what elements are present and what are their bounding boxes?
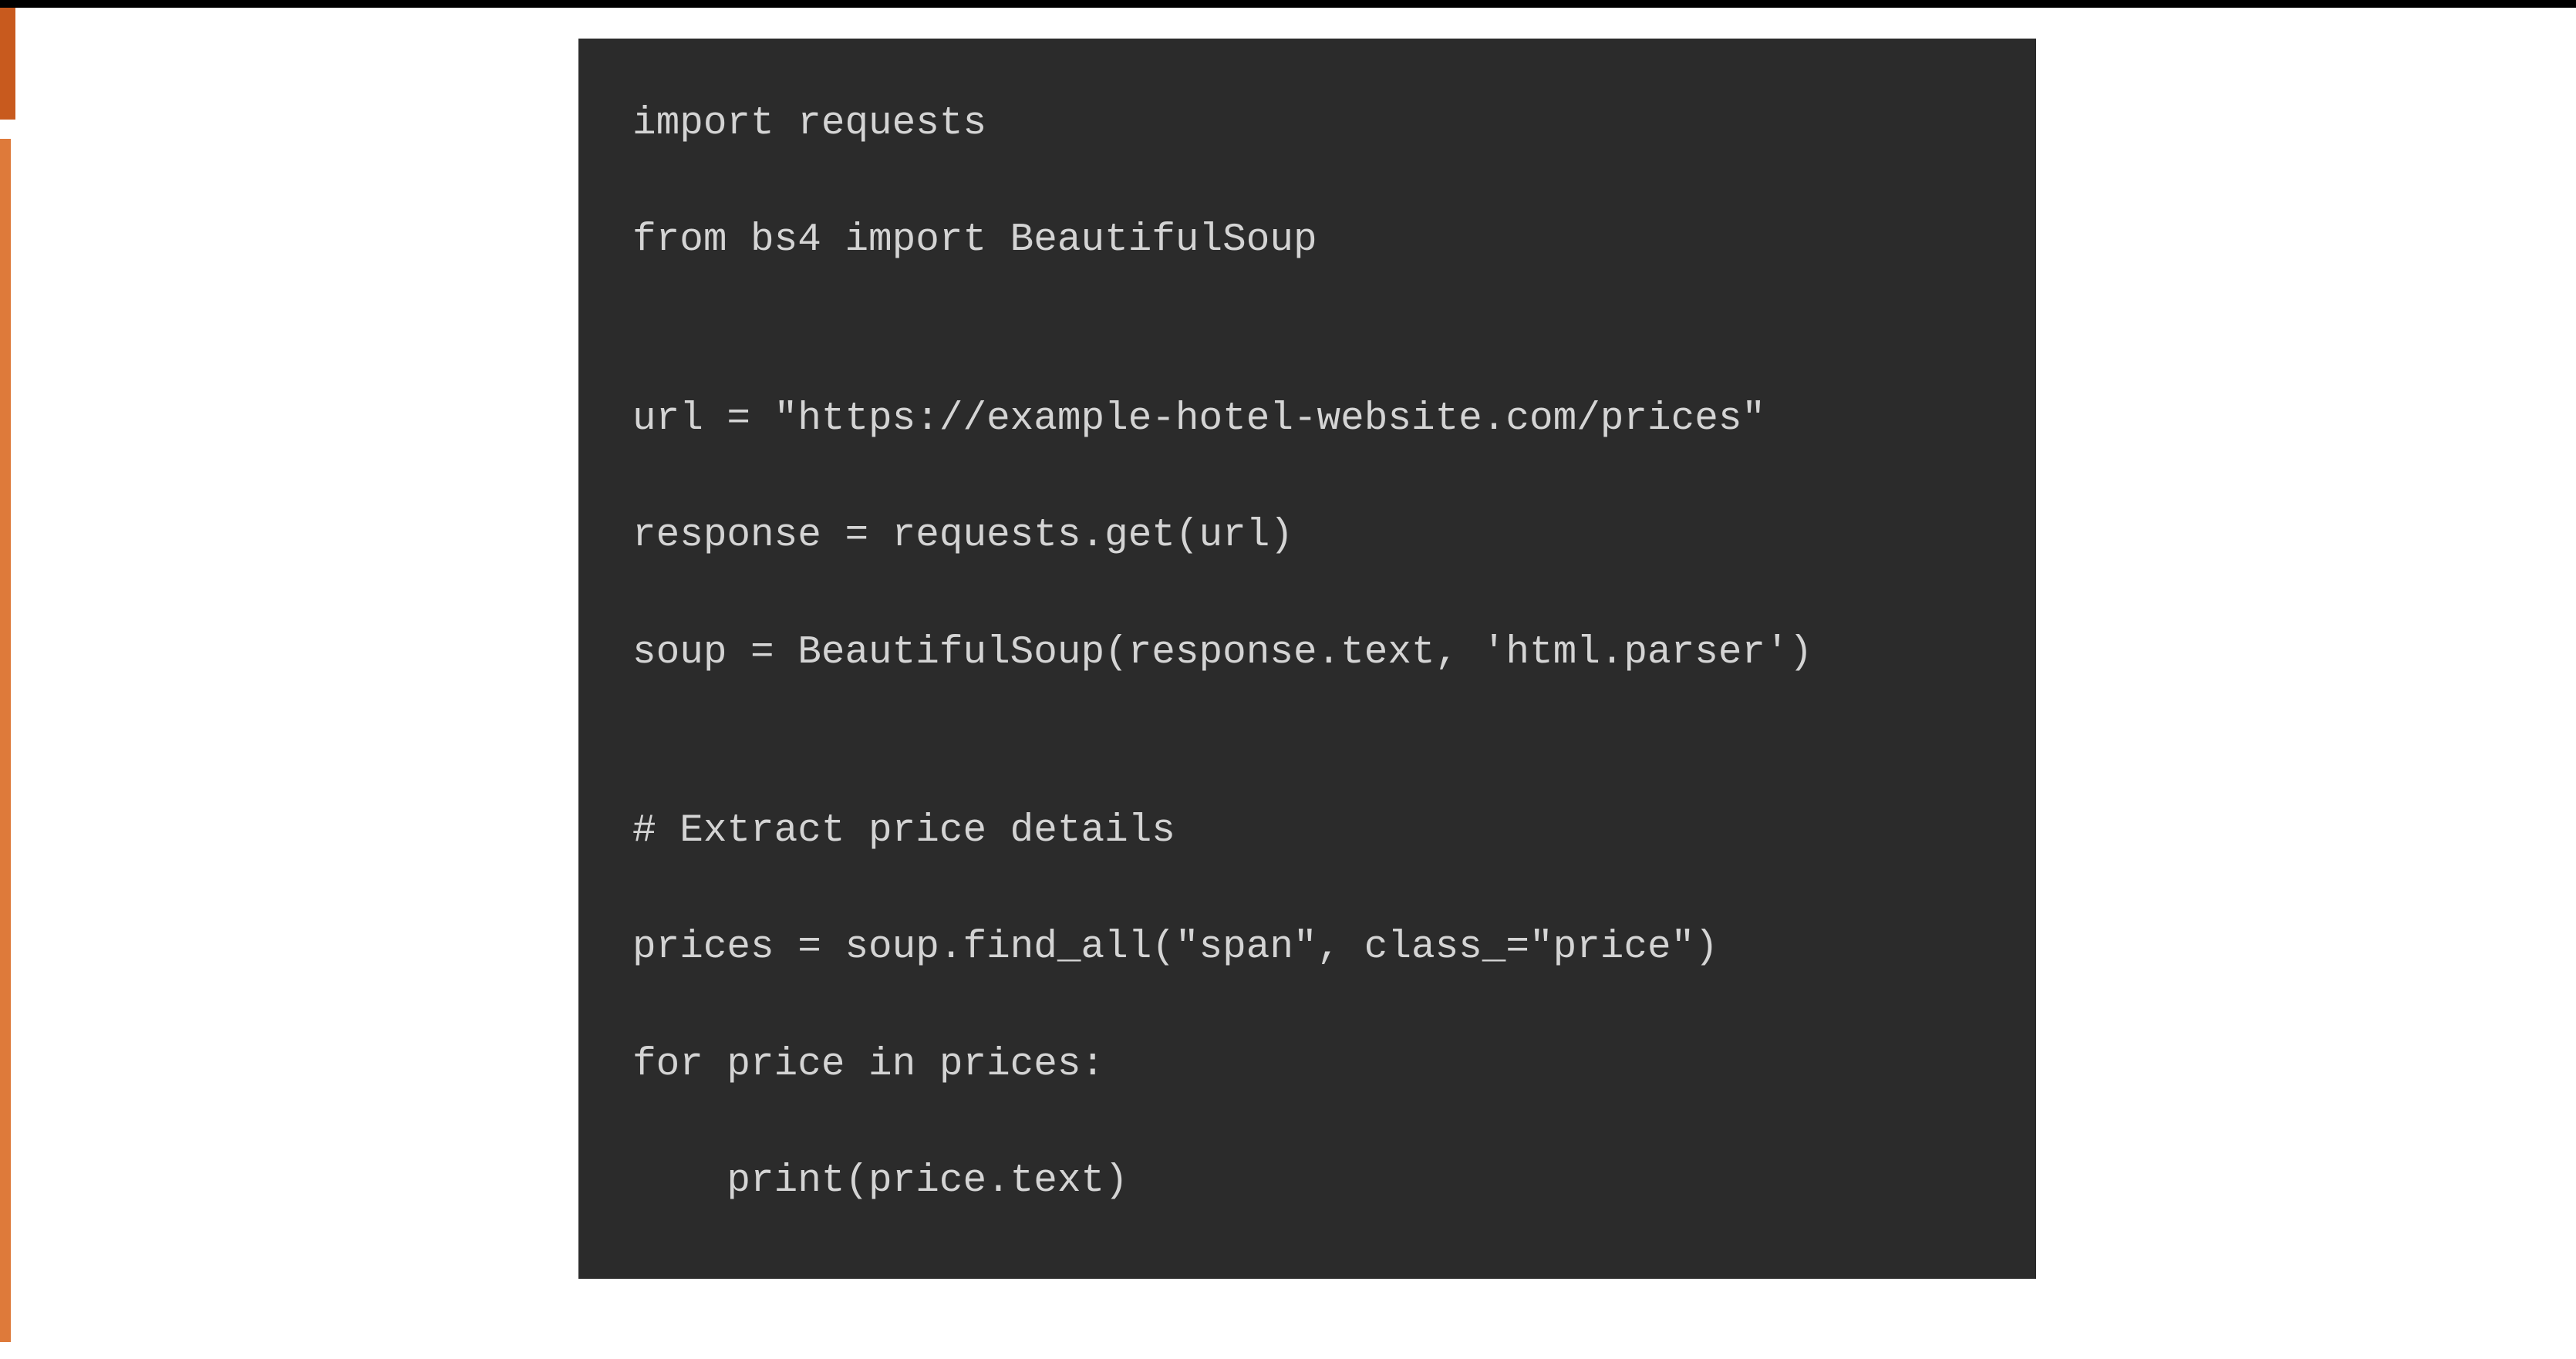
code-blank-line (632, 742, 1982, 804)
left-accent-bar-main (0, 139, 11, 1342)
code-blank-line (632, 330, 1982, 392)
code-line: url = "https://example-hotel-website.com… (632, 392, 1982, 447)
code-line: import requests (632, 96, 1982, 151)
top-border (0, 0, 2576, 8)
code-line: response = requests.get(url) (632, 508, 1982, 563)
left-accent-bar-top (0, 8, 15, 120)
code-line: soup = BeautifulSoup(response.text, 'htm… (632, 626, 1982, 680)
code-block: import requests from bs4 import Beautifu… (578, 39, 2036, 1279)
code-line: print(price.text) (632, 1154, 1982, 1209)
code-line: prices = soup.find_all("span", class_="p… (632, 920, 1982, 975)
code-line: for price in prices: (632, 1037, 1982, 1092)
code-line: from bs4 import BeautifulSoup (632, 213, 1982, 268)
code-line: # Extract price details (632, 804, 1982, 858)
